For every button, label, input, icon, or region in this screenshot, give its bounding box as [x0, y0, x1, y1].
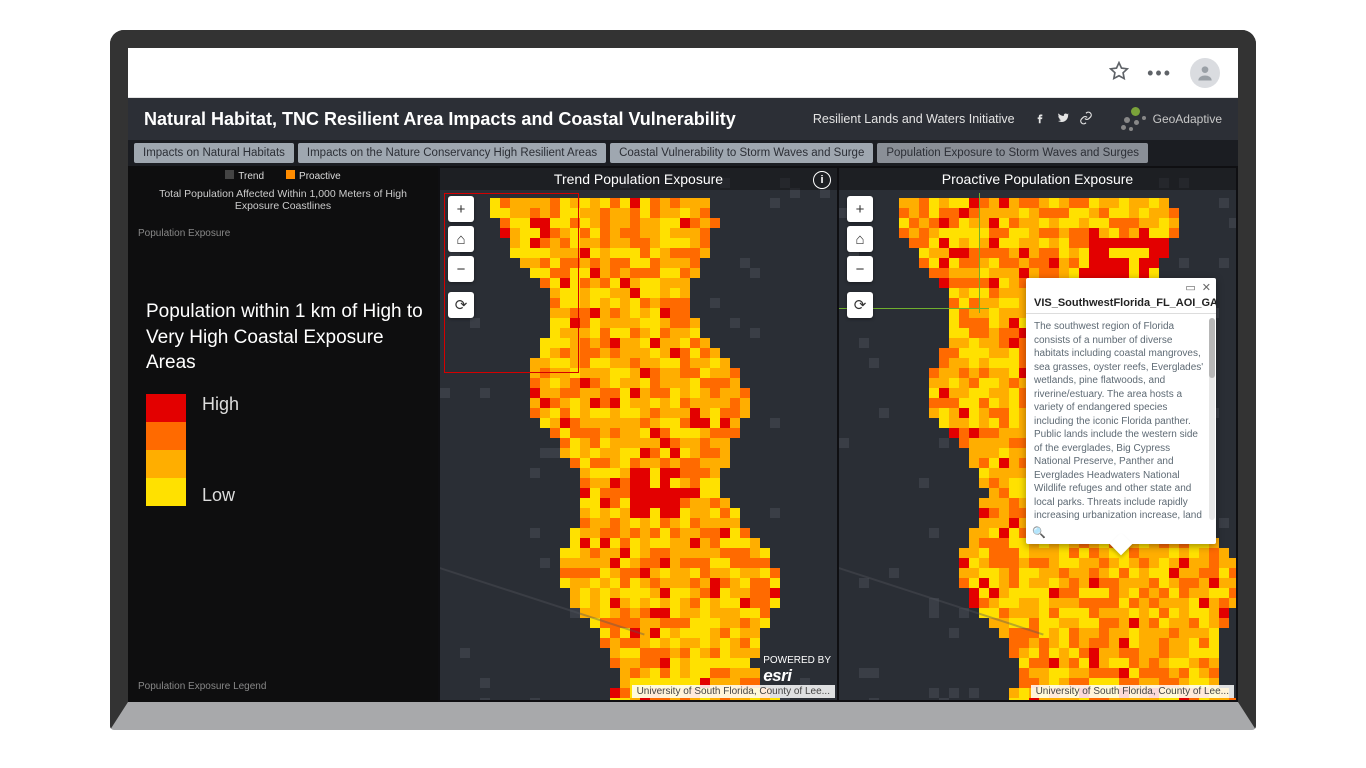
info-button[interactable]: i — [813, 171, 831, 189]
favorite-icon[interactable] — [1109, 61, 1129, 86]
map-attribution: University of South Florida, County of L… — [1031, 685, 1234, 698]
tab-bar: Impacts on Natural Habitats Impacts on t… — [128, 140, 1238, 166]
zoom-in-button[interactable]: + — [847, 196, 873, 222]
esri-attribution: POWERED BYesri — [763, 655, 831, 686]
crosshair-v — [979, 193, 980, 313]
page-title: Natural Habitat, TNC Resilient Area Impa… — [144, 109, 736, 130]
map-proactive[interactable]: Proactive Population Exposure + ⌂ − ⟳ — [839, 168, 1236, 700]
link-icon[interactable] — [1079, 111, 1093, 128]
app-root: Natural Habitat, TNC Resilient Area Impa… — [128, 98, 1238, 702]
popup-zoom-icon[interactable]: 🔍 — [1032, 526, 1046, 539]
sidebar: Trend Proactive Total Population Affecte… — [128, 166, 438, 702]
initiative-label: Resilient Lands and Waters Initiative — [813, 112, 1015, 126]
tab-tnc-resilient[interactable]: Impacts on the Nature Conservancy High R… — [298, 143, 606, 163]
more-icon[interactable]: ••• — [1147, 64, 1172, 82]
refresh-button[interactable]: ⟳ — [448, 292, 474, 318]
zoom-out-button[interactable]: − — [847, 256, 873, 282]
app-header: Natural Habitat, TNC Resilient Area Impa… — [128, 98, 1238, 140]
section-label: Population Exposure — [138, 228, 428, 239]
sidebar-footer: Population Exposure Legend — [138, 681, 428, 692]
zoom-in-button[interactable]: + — [448, 196, 474, 222]
legend: Population within 1 km of High to Very H… — [138, 299, 428, 506]
refresh-button[interactable]: ⟳ — [847, 292, 873, 318]
map-proactive-title: Proactive Population Exposure — [839, 168, 1236, 190]
home-button[interactable]: ⌂ — [448, 226, 474, 252]
legend-low-label: Low — [202, 485, 239, 506]
popup-close-icon[interactable]: ✕ — [1202, 281, 1211, 294]
facebook-icon[interactable] — [1033, 111, 1047, 128]
profile-avatar[interactable] — [1190, 58, 1220, 88]
legend-swatches — [146, 394, 186, 506]
mini-legend: Trend Proactive — [138, 170, 428, 182]
tab-population-exposure[interactable]: Population Exposure to Storm Waves and S… — [877, 143, 1148, 163]
map-trend-title: Trend Population Exposure — [440, 168, 837, 190]
popup-title: VIS_SouthwestFlorida_FL_AOI_GA_ — [1026, 297, 1216, 314]
home-button[interactable]: ⌂ — [847, 226, 873, 252]
legend-title: Population within 1 km of High to Very H… — [146, 299, 428, 376]
map-trend[interactable]: Trend Population Exposure i + ⌂ − ⟳ POWE — [440, 168, 837, 700]
mini-chart-title: Total Population Affected Within 1,000 M… — [138, 188, 428, 212]
map-attribution: University of South Florida, County of L… — [632, 685, 835, 698]
popup-scrollbar[interactable] — [1209, 318, 1215, 520]
tab-coastal-vulnerability[interactable]: Coastal Vulnerability to Storm Waves and… — [610, 143, 873, 163]
popup-dock-icon[interactable]: ▭ — [1185, 281, 1195, 294]
tab-natural-habitats[interactable]: Impacts on Natural Habitats — [134, 143, 294, 163]
zoom-out-button[interactable]: − — [448, 256, 474, 282]
brand-logo: GeoAdaptive — [1121, 107, 1222, 131]
popup-body-text: The southwest region of Florida consists… — [1034, 321, 1203, 524]
browser-chrome: ••• — [128, 48, 1238, 98]
feature-popup: ▭ ✕ VIS_SouthwestFlorida_FL_AOI_GA_ The … — [1026, 278, 1216, 544]
legend-high-label: High — [202, 394, 239, 415]
twitter-icon[interactable] — [1056, 111, 1070, 128]
